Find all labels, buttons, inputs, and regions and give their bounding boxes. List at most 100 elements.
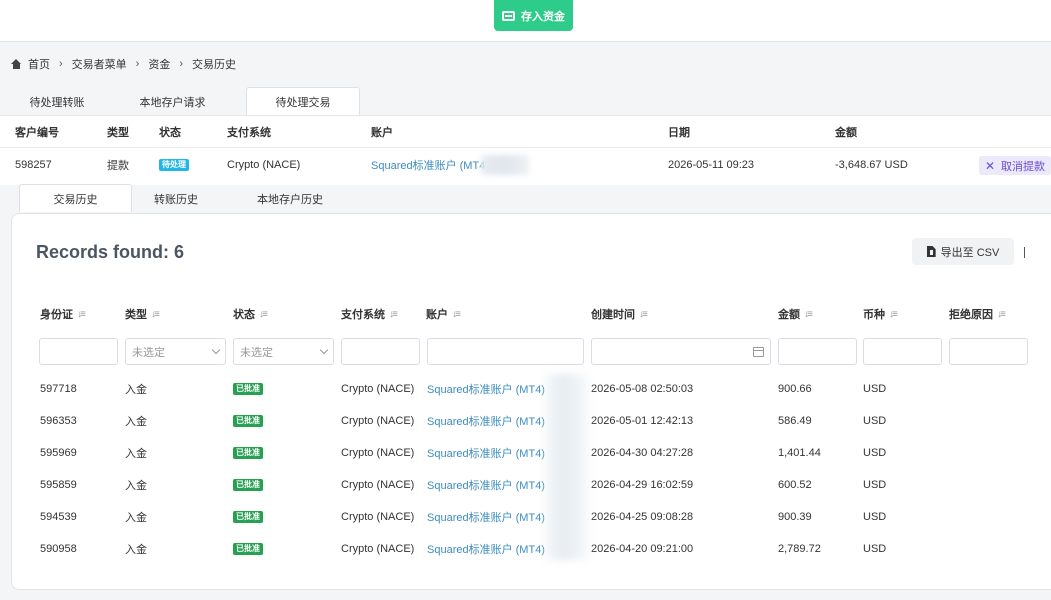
record-amount: 900.66 [778, 383, 812, 395]
account-cell: Squared标准账户 (MT4 [371, 149, 530, 181]
col-head-created[interactable]: 创建时间 ↓≡ [591, 306, 648, 322]
record-type: 入金 [125, 512, 147, 524]
col-head-type[interactable]: 类型 ↓≡ [125, 306, 160, 322]
sort-icon: ↓≡ [259, 308, 268, 320]
id-filter-input[interactable] [39, 338, 118, 365]
col-amount: 金额 [835, 126, 857, 139]
record-created: 2026-04-29 16:02:59 [591, 479, 694, 491]
close-icon: ✕ [984, 158, 996, 173]
account-link[interactable]: Squared标准账户 (MT4 [371, 157, 485, 173]
record-created: 2026-04-20 09:21:00 [591, 543, 694, 555]
amount-filter-input[interactable] [778, 338, 857, 365]
col-head-payment-system[interactable]: 支付系统 ↓≡ [341, 306, 398, 322]
file-download-icon [926, 246, 936, 257]
records-count: Records found: 6 [36, 242, 185, 262]
col-head-account[interactable]: 账户 ↓≡ [426, 306, 461, 322]
record-account-cell: Squared标准账户 (MT4) [427, 437, 545, 469]
tab-pending-transfers[interactable]: 待处理转账 [15, 87, 99, 115]
col-head-reject-reason[interactable]: 拒绝原因 ↓≡ [949, 306, 1006, 322]
record-id: 595969 [40, 447, 77, 459]
account-link[interactable]: Squared标准账户 (MT4) [427, 541, 545, 557]
tab-pending-transactions[interactable]: 待处理交易 [246, 87, 360, 115]
col-status: 状态 [159, 126, 181, 139]
col-head-id[interactable]: 身份证 ↓≡ [40, 306, 86, 322]
status-badge: 已批准 [233, 543, 263, 555]
table-row: 594539 入金 已批准 Crypto (NACE) Squared标准账户 (MT4… [12, 501, 1051, 533]
wallet-icon [502, 10, 515, 21]
record-type: 入金 [125, 480, 147, 492]
record-status-cell: 已批准 [233, 533, 263, 565]
record-id: 597718 [40, 383, 77, 395]
record-account-cell: Squared标准账户 (MT4) [427, 469, 545, 501]
export-csv-button[interactable]: 导出至 CSV [912, 238, 1014, 265]
record-created: 2026-05-01 12:42:13 [591, 415, 694, 427]
sort-icon: ↓≡ [77, 308, 86, 320]
breadcrumb: 首页 › 交易者菜单 › 资金 › 交易历史 [11, 56, 236, 72]
payment-system: Crypto (NACE) [227, 159, 301, 171]
record-id: 596353 [40, 415, 77, 427]
record-id: 590958 [40, 543, 77, 555]
calendar-icon[interactable] [753, 346, 764, 357]
sort-icon: ↓≡ [997, 308, 1006, 320]
record-status-cell: 已批准 [233, 405, 263, 437]
breadcrumb-funds[interactable]: 资金 [148, 56, 170, 72]
account-link[interactable]: Squared标准账户 (MT4) [427, 381, 545, 397]
client-id: 598257 [15, 159, 52, 171]
date: 2026-05-11 09:23 [668, 159, 755, 171]
account-link[interactable]: Squared标准账户 (MT4) [427, 445, 545, 461]
col-head-status[interactable]: 状态 ↓≡ [233, 306, 268, 322]
record-created: 2026-04-30 04:27:28 [591, 447, 694, 459]
record-currency: USD [863, 543, 887, 555]
record-payment-system: Crypto (NACE) [341, 415, 415, 427]
top-bar: 存入资金 [0, 0, 1051, 42]
status-badge: 已批准 [233, 479, 263, 491]
record-payment-system: Crypto (NACE) [341, 383, 415, 395]
record-account-cell: Squared标准账户 (MT4) [427, 405, 545, 437]
account-link[interactable]: Squared标准账户 (MT4) [427, 477, 545, 493]
record-currency: USD [863, 447, 887, 459]
date-filter-input[interactable] [591, 338, 771, 365]
sort-icon: ↓≡ [889, 308, 898, 320]
table-row: 595859 入金 已批准 Crypto (NACE) Squared标准账户 (MT4… [12, 469, 1051, 501]
payment-filter-input[interactable] [341, 338, 420, 365]
tab-transfer-history[interactable]: 转账历史 [132, 184, 220, 212]
table-row: 597718 入金 已批准 Crypto (NACE) Squared标准账户 (MT4… [12, 373, 1051, 405]
export-csv-label: 导出至 CSV [940, 246, 1000, 259]
home-icon[interactable] [11, 59, 22, 69]
tab-local-depositor-requests[interactable]: 本地存户请求 [99, 87, 246, 115]
record-created: 2026-05-08 02:50:03 [591, 383, 694, 395]
pending-tabs: 待处理转账 本地存户请求 待处理交易 [15, 87, 360, 115]
status-filter-select[interactable]: 未选定 [233, 338, 334, 365]
redaction-blur [543, 374, 591, 560]
table-row: 598257 提款 待处理 Crypto (NACE) Squared标准账户 … [0, 149, 1051, 181]
account-link[interactable]: Squared标准账户 (MT4) [427, 509, 545, 525]
redaction-blur [481, 155, 530, 175]
breadcrumb-trader-menu[interactable]: 交易者菜单 [72, 56, 127, 72]
record-status-cell: 已批准 [233, 501, 263, 533]
col-head-amount[interactable]: 金额 ↓≡ [778, 306, 813, 322]
sort-icon: ↓≡ [452, 308, 461, 320]
col-type: 类型 [107, 126, 129, 139]
record-account-cell: Squared标准账户 (MT4) [427, 533, 545, 565]
deposit-funds-button[interactable]: 存入资金 [494, 0, 573, 31]
col-head-currency[interactable]: 币种 ↓≡ [863, 306, 898, 322]
record-status-cell: 已批准 [233, 373, 263, 405]
chevron-right-icon: › [59, 58, 63, 70]
tab-local-depositor-history[interactable]: 本地存户历史 [220, 184, 360, 212]
cancel-withdrawal-button[interactable]: ✕ 取消提款 [979, 156, 1051, 175]
reason-filter-input[interactable] [949, 338, 1028, 365]
sort-icon: ↓≡ [151, 308, 160, 320]
account-link[interactable]: Squared标准账户 (MT4) [427, 413, 545, 429]
pending-transactions-table: 客户编号 类型 状态 支付系统 账户 日期 金额 598257 提款 待处理 C… [0, 115, 1051, 185]
breadcrumb-home[interactable]: 首页 [28, 56, 50, 72]
currency-filter-input[interactable] [863, 338, 942, 365]
record-amount: 1,401.44 [778, 447, 821, 459]
record-amount: 2,789.72 [778, 543, 821, 555]
type-filter-select[interactable]: 未选定 [125, 338, 226, 365]
col-client-id: 客户编号 [15, 126, 59, 139]
tab-trade-history[interactable]: 交易历史 [19, 184, 132, 212]
account-filter-input[interactable] [427, 338, 584, 365]
breadcrumb-trade-history: 交易历史 [192, 59, 237, 71]
record-amount: 900.39 [778, 511, 812, 523]
record-currency: USD [863, 511, 887, 523]
